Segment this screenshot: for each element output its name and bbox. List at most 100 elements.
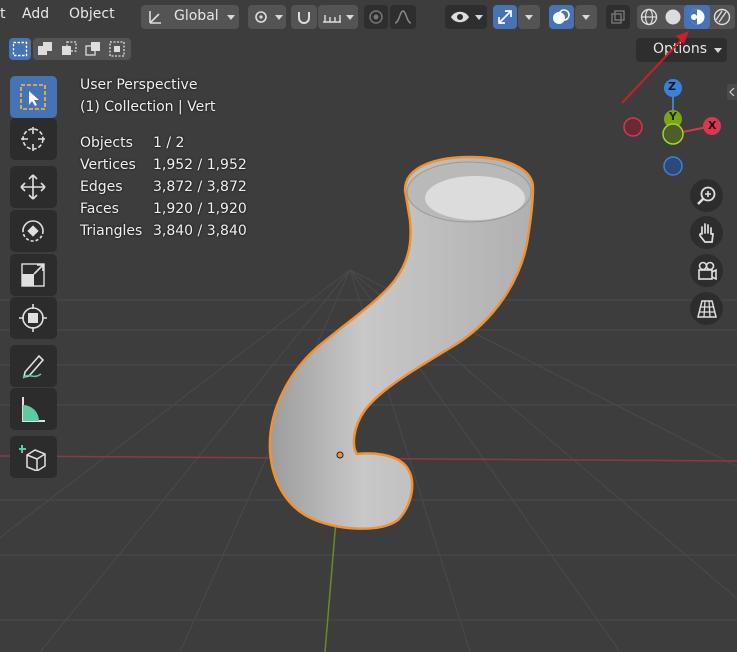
annotate-icon <box>22 354 45 379</box>
gizmo-x-label: X <box>708 119 717 132</box>
chevron-down-icon <box>227 15 235 20</box>
move-icon <box>20 174 46 200</box>
tool-move[interactable] <box>10 166 57 208</box>
cursor-icon <box>21 127 45 151</box>
orientation-label: Global <box>174 8 219 24</box>
camera-view-button[interactable] <box>690 254 723 287</box>
proportional-editing-toggle[interactable] <box>364 5 388 29</box>
select-subtract-icon[interactable] <box>61 41 77 57</box>
scale-icon <box>21 263 45 287</box>
viewport-header: t Add Object Global <box>0 0 737 34</box>
snap-increment-icon <box>323 15 341 23</box>
tool-measure[interactable] <box>10 388 57 430</box>
chevron-down-icon <box>475 15 483 20</box>
overlays-icon <box>553 9 570 24</box>
proportional-icon <box>369 10 383 24</box>
3d-viewport[interactable]: t Add Object Global Options User Perspec… <box>0 0 737 652</box>
stat-label: Edges <box>80 179 123 195</box>
grid-view-icon <box>697 300 717 318</box>
tool-annotate[interactable] <box>10 345 57 387</box>
select-intersect-icon[interactable] <box>109 41 125 57</box>
select-mode-box[interactable] <box>9 38 31 60</box>
xray-icon <box>611 10 625 24</box>
camera-icon <box>698 261 717 281</box>
tool-scale[interactable] <box>10 254 57 296</box>
projection-toggle-button[interactable] <box>690 292 723 325</box>
gizmo-y-label: Y <box>669 110 677 123</box>
falloff-curve-icon <box>394 10 412 24</box>
stat-label: Triangles <box>80 223 143 239</box>
gizmo-dropdown[interactable] <box>518 5 540 29</box>
chevron-down-icon <box>582 15 590 20</box>
menu-object[interactable]: Object <box>69 6 115 22</box>
snap-target-dropdown[interactable] <box>318 5 358 29</box>
stat-row-edges: Edges 3,872 / 3,872 <box>80 176 247 198</box>
tool-select-box[interactable] <box>10 76 57 118</box>
solid-shading-icon[interactable] <box>664 8 682 26</box>
chevron-down-icon <box>714 48 722 53</box>
stat-row-faces: Faces 1,920 / 1,920 <box>80 198 247 220</box>
stat-value: 1,952 / 1,952 <box>153 157 247 173</box>
visibility-dropdown[interactable] <box>445 5 487 29</box>
stat-row-triangles: Triangles 3,840 / 3,840 <box>80 220 247 242</box>
pivot-icon <box>255 11 267 23</box>
select-mode-group <box>33 38 131 60</box>
menu-view[interactable]: t <box>0 6 6 22</box>
pivot-point-dropdown[interactable] <box>248 5 286 29</box>
wireframe-shading-icon[interactable] <box>640 8 658 26</box>
gizmo-neg-z <box>663 156 683 176</box>
overlays-dropdown[interactable] <box>575 5 597 29</box>
transform-orientation-dropdown[interactable]: Global <box>141 5 239 29</box>
snap-toggle[interactable] <box>291 5 317 29</box>
rotate-icon <box>22 220 44 242</box>
falloff-dropdown[interactable] <box>390 5 416 29</box>
material-preview-button[interactable] <box>684 5 710 29</box>
magnet-icon <box>298 12 310 24</box>
transform-icon <box>19 304 47 332</box>
gizmo-neg-y <box>662 123 684 145</box>
collection-label: (1) Collection | Vert <box>80 99 216 115</box>
xray-toggle[interactable] <box>606 5 630 29</box>
stat-label: Objects <box>80 135 133 151</box>
select-invert-icon[interactable] <box>85 41 101 57</box>
stat-value: 3,872 / 3,872 <box>153 179 247 195</box>
stat-value: 1,920 / 1,920 <box>153 201 247 217</box>
select-box-icon <box>20 84 46 110</box>
gizmo-z-label: Z <box>668 80 676 93</box>
gizmo-toggle[interactable] <box>493 5 517 29</box>
stat-value: 1 / 2 <box>153 135 185 151</box>
origin-point <box>336 451 344 459</box>
eye-icon <box>451 11 469 23</box>
tool-rotate[interactable] <box>10 210 57 252</box>
gizmo-icon <box>498 10 512 24</box>
stat-row-objects: Objects 1 / 2 <box>80 132 247 154</box>
stat-value: 3,840 / 3,840 <box>153 223 247 239</box>
pan-button[interactable] <box>690 216 723 249</box>
chevron-down-icon <box>275 15 283 20</box>
zoom-icon <box>697 186 716 205</box>
zoom-button[interactable] <box>690 179 723 212</box>
select-box-icon <box>12 41 28 57</box>
measure-icon <box>22 397 45 422</box>
viewport-stats-overlay: User Perspective (1) Collection | Vert O… <box>80 74 247 242</box>
view-name-label: User Perspective <box>80 77 198 93</box>
chevron-down-icon <box>346 15 354 20</box>
chevron-down-icon <box>525 15 533 20</box>
options-label: Options <box>653 41 708 57</box>
options-dropdown[interactable]: Options <box>636 38 727 62</box>
select-extend-icon[interactable] <box>37 41 53 57</box>
stat-label: Faces <box>80 201 119 217</box>
tool-transform[interactable] <box>10 297 57 339</box>
stat-label: Vertices <box>80 157 136 173</box>
stat-row-vertices: Vertices 1,952 / 1,952 <box>80 154 247 176</box>
add-cube-icon <box>19 445 46 471</box>
orientation-icon <box>149 11 161 24</box>
rendered-shading-icon[interactable] <box>713 8 731 26</box>
tool-add-cube[interactable] <box>10 436 57 478</box>
tool-cursor[interactable] <box>10 118 57 160</box>
menu-add[interactable]: Add <box>22 6 49 22</box>
gizmo-neg-x <box>623 117 643 137</box>
overlays-toggle[interactable] <box>549 5 574 29</box>
pan-hand-icon <box>699 223 714 243</box>
material-preview-icon <box>689 9 705 25</box>
